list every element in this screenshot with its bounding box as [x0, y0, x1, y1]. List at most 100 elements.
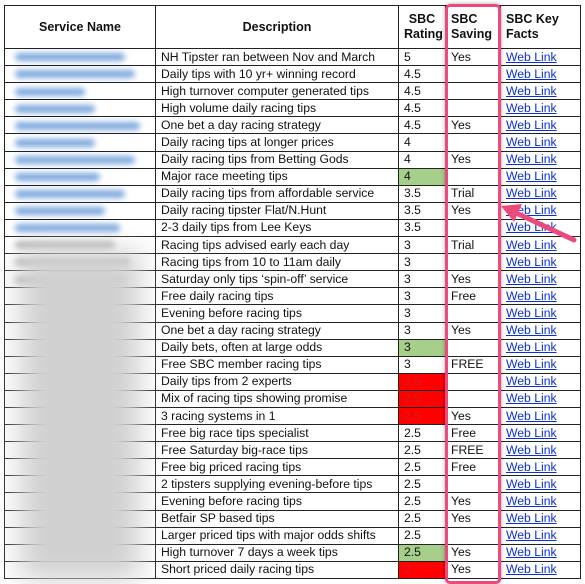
saving-cell: Free: [445, 287, 501, 306]
key-facts-cell: Web Link: [500, 338, 581, 357]
web-link[interactable]: Web Link: [506, 272, 557, 286]
key-facts-cell: Web Link: [500, 270, 581, 289]
key-facts-cell: Web Link: [500, 475, 581, 494]
service-name-cell: [4, 219, 156, 238]
service-name-cell: [4, 82, 156, 101]
rating-cell: 5: [398, 47, 446, 67]
saving-cell: [445, 167, 501, 186]
web-link[interactable]: Web Link: [506, 152, 557, 166]
table-row: Daily tips with 10 yr+ winning record 4.5…: [4, 65, 581, 84]
web-link[interactable]: Web Link: [506, 186, 557, 200]
saving-cell: Yes: [445, 270, 501, 289]
rating-cell: 2.5: [398, 509, 446, 528]
description-cell: Free big race tips specialist: [155, 424, 399, 443]
description-cell: Daily racing tips from affordable servic…: [155, 184, 399, 203]
web-link[interactable]: Web Link: [506, 255, 557, 269]
table-row: High turnover computer generated tips 4.5…: [4, 82, 581, 101]
blurred-service-name: [15, 138, 95, 147]
blurred-service-names: [20, 250, 140, 580]
web-link[interactable]: Web Link: [506, 494, 557, 508]
web-link[interactable]: Web Link: [506, 443, 557, 457]
web-link[interactable]: Web Link: [506, 169, 557, 183]
description-cell: One bet a day racing strategy: [155, 321, 399, 340]
web-link[interactable]: Web Link: [506, 391, 557, 405]
saving-cell: [445, 338, 501, 357]
rating-cell: 2.5: [398, 424, 446, 443]
rating-cell: 3: [398, 236, 446, 255]
saving-cell: Yes: [445, 150, 501, 169]
key-facts-cell: Web Link: [500, 543, 581, 562]
rating-cell: 2.5: [398, 458, 446, 477]
key-facts-cell: Web Link: [500, 116, 581, 135]
service-name-cell: [4, 48, 156, 67]
rating-cell: 3.5: [398, 218, 446, 238]
web-link[interactable]: Web Link: [506, 340, 557, 354]
web-link[interactable]: Web Link: [506, 460, 557, 474]
key-facts-cell: Web Link: [500, 526, 581, 545]
web-link[interactable]: Web Link: [506, 50, 557, 64]
rating-cell: 4.5: [398, 116, 446, 135]
header-rating: SBC Rating: [398, 5, 446, 49]
blurred-service-name: [15, 172, 100, 181]
description-cell: High turnover computer generated tips: [155, 82, 399, 101]
web-link[interactable]: Web Link: [506, 101, 557, 115]
table-row: NH Tipster ran between Nov and March 5 Yes…: [4, 47, 581, 67]
key-facts-cell: Web Link: [500, 509, 581, 528]
description-cell: 3 racing systems in 1: [155, 406, 399, 426]
key-facts-cell: Web Link: [500, 201, 581, 220]
web-link[interactable]: Web Link: [506, 323, 557, 337]
saving-cell: Yes: [445, 321, 501, 340]
rating-cell: 2.5: [398, 492, 446, 511]
web-link[interactable]: Web Link: [506, 135, 557, 149]
blurred-service-name: [15, 190, 125, 199]
rating-cell: 3: [398, 287, 446, 306]
key-facts-cell: Web Link: [500, 287, 581, 306]
header-service-name: Service Name: [4, 5, 156, 49]
web-link[interactable]: Web Link: [506, 203, 557, 217]
web-link[interactable]: Web Link: [506, 238, 557, 252]
key-facts-cell: Web Link: [500, 47, 581, 67]
table-row: Major race meeting tips 4 Web Link: [4, 167, 581, 186]
description-cell: Daily bets, often at large odds: [155, 338, 399, 357]
web-link[interactable]: Web Link: [506, 357, 557, 371]
blurred-service-name: [15, 241, 115, 250]
description-cell: Mix of racing tips showing promise: [155, 389, 399, 408]
web-link[interactable]: Web Link: [506, 67, 557, 81]
web-link[interactable]: Web Link: [506, 220, 557, 234]
key-facts-cell: Web Link: [500, 253, 581, 272]
key-facts-cell: Web Link: [500, 82, 581, 101]
saving-cell: [445, 475, 501, 494]
description-cell: Larger priced tips with major odds shift…: [155, 526, 399, 545]
saving-cell: Yes: [445, 509, 501, 528]
web-link[interactable]: Web Link: [506, 289, 557, 303]
web-link[interactable]: Web Link: [506, 477, 557, 491]
saving-cell: [445, 389, 501, 408]
header-saving: SBC Saving: [445, 5, 501, 49]
saving-cell: Free: [445, 424, 501, 443]
web-link[interactable]: Web Link: [506, 306, 557, 320]
web-link[interactable]: Web Link: [506, 409, 557, 423]
key-facts-cell: Web Link: [500, 65, 581, 84]
saving-cell: FREE: [445, 441, 501, 460]
rating-cell: 2.5: [398, 406, 446, 426]
rating-cell: 3: [398, 270, 446, 289]
web-link[interactable]: Web Link: [506, 374, 557, 388]
web-link[interactable]: Web Link: [506, 562, 557, 576]
web-link[interactable]: Web Link: [506, 118, 557, 132]
blurred-service-name: [15, 155, 135, 164]
saving-cell: Yes: [445, 406, 501, 426]
web-link[interactable]: Web Link: [506, 426, 557, 440]
web-link[interactable]: Web Link: [506, 84, 557, 98]
table-row: Daily racing tips at longer prices 4 Web L…: [4, 133, 581, 152]
description-cell: Daily racing tips at longer prices: [155, 133, 399, 152]
saving-cell: [445, 526, 501, 545]
description-cell: Daily tips from 2 experts: [155, 372, 399, 391]
description-cell: Racing tips advised early each day: [155, 236, 399, 255]
key-facts-cell: Web Link: [500, 458, 581, 477]
web-link[interactable]: Web Link: [506, 528, 557, 542]
web-link[interactable]: Web Link: [506, 545, 557, 559]
header-row: Service Name Description SBC Rating SBC …: [4, 5, 581, 49]
table-row: One bet a day racing strategy 4.5 Yes Web L…: [4, 116, 581, 135]
blurred-service-name: [15, 207, 105, 216]
web-link[interactable]: Web Link: [506, 511, 557, 525]
